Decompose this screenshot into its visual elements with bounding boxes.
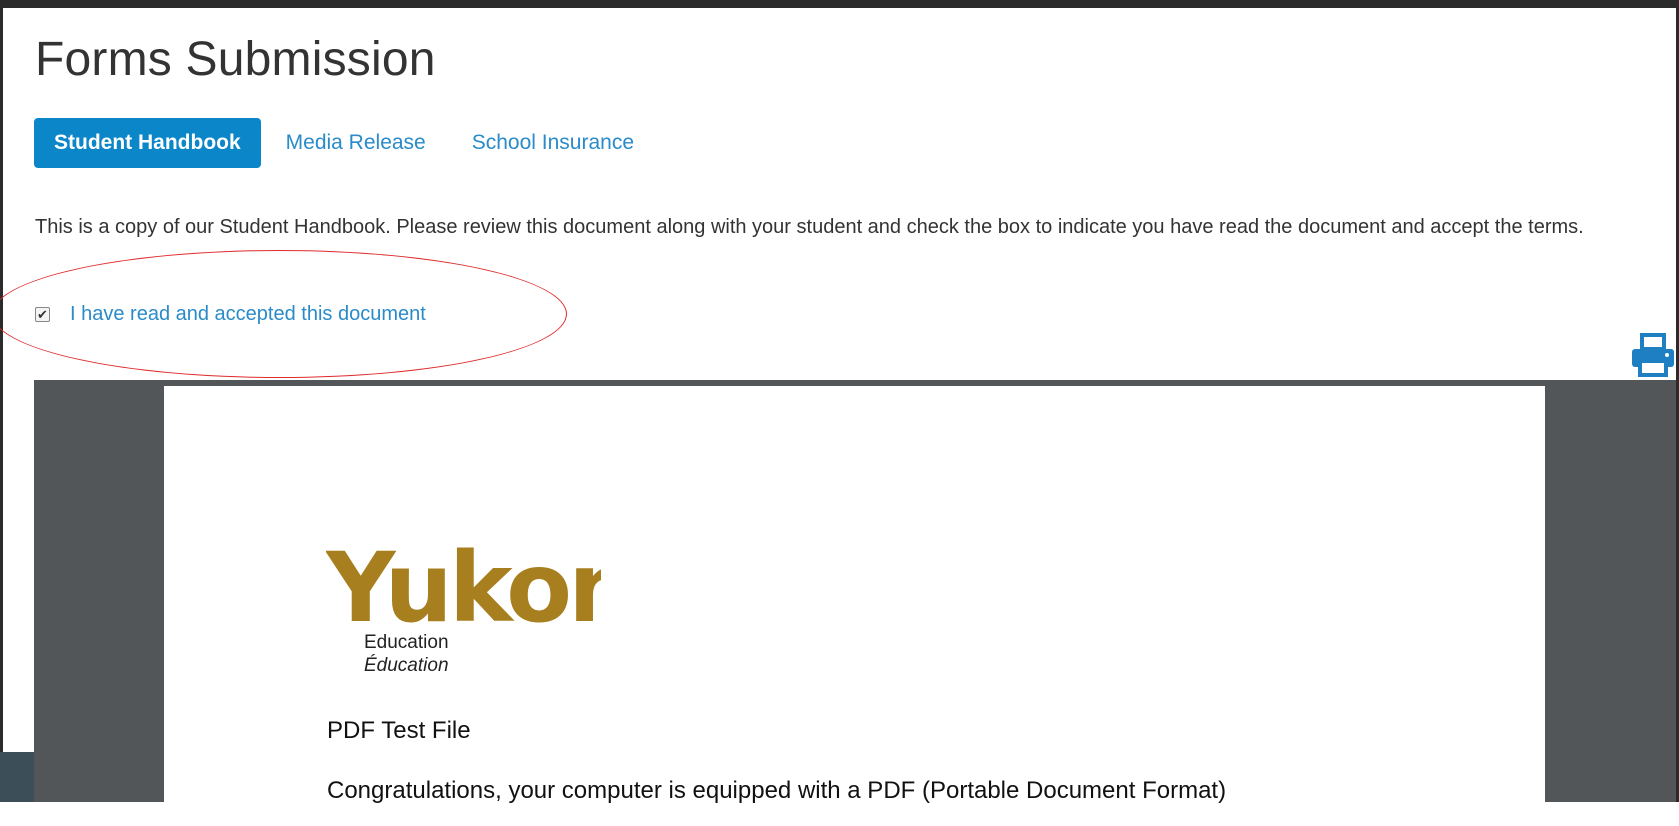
pdf-viewer[interactable]: Yukon Education Éducation PDF Test File … bbox=[34, 380, 1676, 826]
tab-student-handbook[interactable]: Student Handbook bbox=[34, 118, 261, 168]
pdf-heading: PDF Test File bbox=[327, 717, 471, 744]
tab-school-insurance[interactable]: School Insurance bbox=[451, 118, 655, 168]
window-top-border bbox=[0, 0, 1679, 8]
logo-education-fr: Éducation bbox=[364, 655, 449, 676]
accept-checkbox[interactable]: ✔ bbox=[35, 307, 50, 322]
page-title: Forms Submission bbox=[35, 33, 436, 86]
svg-text:Yukon: Yukon bbox=[326, 532, 601, 631]
print-button[interactable] bbox=[1630, 333, 1676, 377]
logo-education-text: Education Éducation bbox=[364, 631, 449, 677]
accept-row[interactable]: ✔ I have read and accepted this document bbox=[35, 303, 426, 326]
pdf-body-text: Congratulations, your computer is equipp… bbox=[327, 777, 1227, 804]
logo-education-en: Education bbox=[364, 632, 449, 653]
intro-text: This is a copy of our Student Handbook. … bbox=[35, 216, 1584, 238]
tab-media-release[interactable]: Media Release bbox=[265, 118, 447, 168]
app-frame: Forms Submission Student Handbook Media … bbox=[0, 0, 1679, 826]
checkmark-icon: ✔ bbox=[37, 306, 48, 322]
form-tabs: Student Handbook Media Release School In… bbox=[34, 118, 659, 168]
yukon-logo: Yukon Education Éducation bbox=[326, 513, 601, 688]
print-icon bbox=[1632, 333, 1674, 377]
background-corner bbox=[0, 752, 34, 802]
pdf-page: Yukon Education Éducation PDF Test File … bbox=[164, 386, 1545, 826]
accept-label[interactable]: I have read and accepted this document bbox=[70, 303, 426, 326]
window-left-border bbox=[0, 0, 3, 802]
yukon-logo-mark: Yukon bbox=[326, 532, 601, 631]
